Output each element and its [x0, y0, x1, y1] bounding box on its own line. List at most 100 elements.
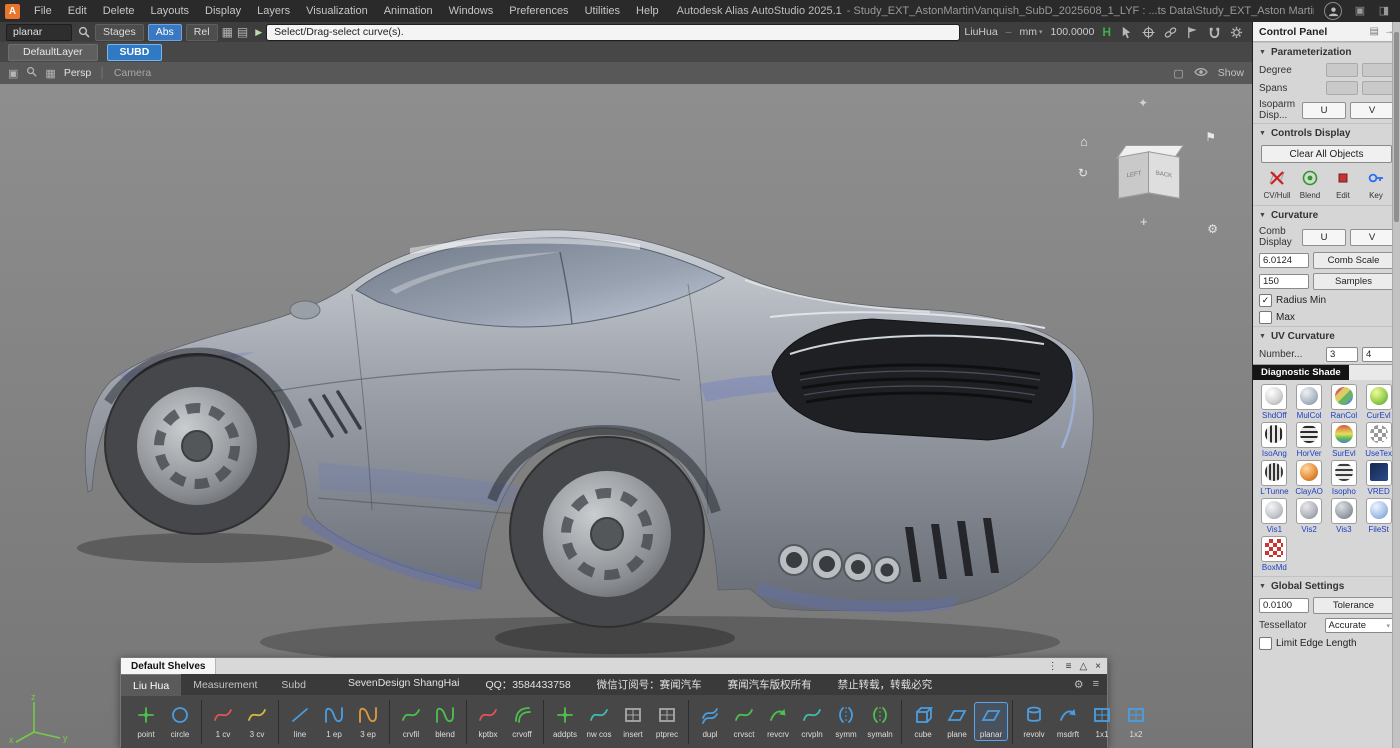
- collapse-window-icon[interactable]: △: [1079, 661, 1087, 672]
- tool-msdrft[interactable]: msdrft: [1051, 702, 1085, 741]
- screen-layout-icon[interactable]: ◨: [1376, 4, 1392, 18]
- shade-vred[interactable]: VRED: [1362, 460, 1395, 496]
- scale-value[interactable]: 100.0000: [1051, 26, 1095, 38]
- shade-filest[interactable]: FileSt: [1362, 498, 1395, 534]
- shade-curevl[interactable]: CurEvl: [1362, 384, 1395, 420]
- shade-boxmd[interactable]: BoxMd: [1258, 536, 1291, 572]
- table-icon[interactable]: ▤: [237, 24, 248, 40]
- tool-crvfil[interactable]: crvfil: [394, 702, 428, 741]
- shade-l-tunne[interactable]: L'Tunne: [1258, 460, 1291, 496]
- section-controls-display[interactable]: ▼ Controls Display: [1253, 123, 1400, 142]
- tool-insert[interactable]: insert: [616, 702, 650, 741]
- shade-usetex[interactable]: UseTex: [1362, 422, 1395, 458]
- tool-revolv[interactable]: revolv: [1017, 702, 1051, 741]
- diagnostic-shade-header[interactable]: Diagnostic Shade: [1253, 364, 1400, 380]
- tool-1x1[interactable]: 1x1: [1085, 702, 1119, 741]
- viewport-frame-icon[interactable]: ▣: [8, 67, 18, 80]
- uv-number-v-input[interactable]: 4: [1362, 347, 1394, 362]
- comb-u-button[interactable]: U: [1302, 229, 1346, 246]
- shade-isoang[interactable]: IsoAng: [1258, 422, 1291, 458]
- radius-min-checkbox[interactable]: ✓: [1259, 294, 1272, 307]
- menu-layers[interactable]: Layers: [249, 0, 298, 22]
- tool-crvpln[interactable]: crvpln: [795, 702, 829, 741]
- menu-edit[interactable]: Edit: [60, 0, 95, 22]
- shade-mulcol[interactable]: MulCol: [1293, 384, 1326, 420]
- shelf-tab-measurement[interactable]: Measurement: [181, 674, 269, 695]
- tool-circle[interactable]: circle: [163, 702, 197, 741]
- menu-windows[interactable]: Windows: [441, 0, 502, 22]
- tool-1-ep[interactable]: 1 ep: [317, 702, 351, 741]
- close-icon[interactable]: ×: [1095, 661, 1101, 672]
- shade-shdoff[interactable]: ShdOff: [1258, 384, 1291, 420]
- layer-defaultlayer[interactable]: DefaultLayer: [8, 44, 98, 61]
- tool-symaln[interactable]: symaln: [863, 702, 897, 741]
- layer-subd[interactable]: SUBD: [107, 44, 163, 61]
- blend-button[interactable]: Blend: [1294, 169, 1326, 200]
- menu-preferences[interactable]: Preferences: [501, 0, 576, 22]
- snap-icon[interactable]: [1207, 25, 1222, 40]
- tool-blend[interactable]: blend: [428, 702, 462, 741]
- isoparm-u-button[interactable]: U: [1302, 102, 1346, 119]
- section-curvature[interactable]: ▼ Curvature: [1253, 205, 1400, 224]
- menu-layouts[interactable]: Layouts: [143, 0, 198, 22]
- tool-dupl[interactable]: dupl: [693, 702, 727, 741]
- tool-symm[interactable]: symm: [829, 702, 863, 741]
- section-global-settings[interactable]: ▼ Global Settings: [1253, 576, 1400, 595]
- view-label[interactable]: Persp: [64, 67, 91, 79]
- tool-kptbx[interactable]: kptbx: [471, 702, 505, 741]
- tolerance-button[interactable]: Tolerance: [1313, 597, 1394, 614]
- scrollbar-thumb[interactable]: [1394, 32, 1399, 222]
- viewcube-cube[interactable]: LEFT BACK: [1118, 144, 1180, 202]
- tool-revcrv[interactable]: revcrv: [761, 702, 795, 741]
- shade-vis2[interactable]: Vis2: [1293, 498, 1326, 534]
- edit-button[interactable]: Edit: [1327, 169, 1359, 200]
- limit-edge-checkbox[interactable]: [1259, 637, 1272, 650]
- shade-surevl[interactable]: SurEvl: [1328, 422, 1361, 458]
- zoom-in-icon[interactable]: +: [1140, 214, 1148, 229]
- shade-horver[interactable]: HorVer: [1293, 422, 1326, 458]
- shelf-title-bar[interactable]: Default Shelves ⋮ ≡ △ ×: [121, 658, 1107, 674]
- tool-crvsct[interactable]: crvsct: [727, 702, 761, 741]
- home-view-icon[interactable]: ⌂: [1080, 134, 1088, 149]
- camera-label[interactable]: Camera: [114, 67, 151, 79]
- tool-addpts[interactable]: addpts: [548, 702, 582, 741]
- viewcube-left-face[interactable]: LEFT: [1118, 151, 1150, 199]
- show-menu[interactable]: Show: [1218, 67, 1244, 79]
- orbit-icon[interactable]: ↻: [1078, 166, 1088, 180]
- user-avatar[interactable]: [1324, 2, 1342, 20]
- clear-all-objects-button[interactable]: Clear All Objects: [1261, 145, 1392, 163]
- comb-scale-button[interactable]: Comb Scale: [1313, 252, 1394, 269]
- cv-hull-button[interactable]: CV/Hull: [1261, 169, 1293, 200]
- tool-crvoff[interactable]: crvoff: [505, 702, 539, 741]
- visibility-eye-icon[interactable]: [1194, 67, 1208, 80]
- shade-isopho[interactable]: Isopho: [1328, 460, 1361, 496]
- shelf-menu-icon[interactable]: ≡: [1066, 661, 1072, 672]
- current-tool-field[interactable]: planar: [6, 24, 72, 41]
- tool-3-ep[interactable]: 3 ep: [351, 702, 385, 741]
- tool-1x2[interactable]: 1x2: [1119, 702, 1153, 741]
- control-panel-header[interactable]: Control Panel ▤ →: [1253, 22, 1400, 42]
- tool-cube[interactable]: cube: [906, 702, 940, 741]
- shelf-settings-gear-icon[interactable]: ⚙: [1074, 678, 1084, 691]
- menu-visualization[interactable]: Visualization: [298, 0, 376, 22]
- isoparm-v-button[interactable]: V: [1350, 102, 1394, 119]
- menu-animation[interactable]: Animation: [376, 0, 441, 22]
- menu-file[interactable]: File: [26, 0, 60, 22]
- grip-icon[interactable]: ⋮: [1048, 661, 1058, 672]
- bookmark-icon[interactable]: ⚑: [1205, 130, 1216, 144]
- construction-history-toggle[interactable]: H: [1102, 25, 1111, 39]
- rel-toggle[interactable]: Rel: [186, 24, 218, 41]
- shade-vis1[interactable]: Vis1: [1258, 498, 1291, 534]
- viewcube[interactable]: ✦ ⌂ ⚑ LEFT BACK ↻ + ⚙: [1094, 110, 1204, 260]
- viewcube-settings-icon[interactable]: ⚙: [1207, 222, 1218, 236]
- tool-1-cv[interactable]: 1 cv: [206, 702, 240, 741]
- menu-help[interactable]: Help: [628, 0, 667, 22]
- panel-scrollbar[interactable]: [1392, 22, 1400, 748]
- flag-icon[interactable]: [1185, 25, 1200, 40]
- shade-clayao[interactable]: ClayAO: [1293, 460, 1326, 496]
- car-model-render[interactable]: [0, 62, 1252, 748]
- menu-display[interactable]: Display: [197, 0, 249, 22]
- perspective-viewport[interactable]: ▣ ▦ Persp │ Camera ▢ Show: [0, 62, 1252, 748]
- viewport-zoom-icon[interactable]: [26, 66, 37, 80]
- section-uv-curvature[interactable]: ▼ UV Curvature: [1253, 326, 1400, 345]
